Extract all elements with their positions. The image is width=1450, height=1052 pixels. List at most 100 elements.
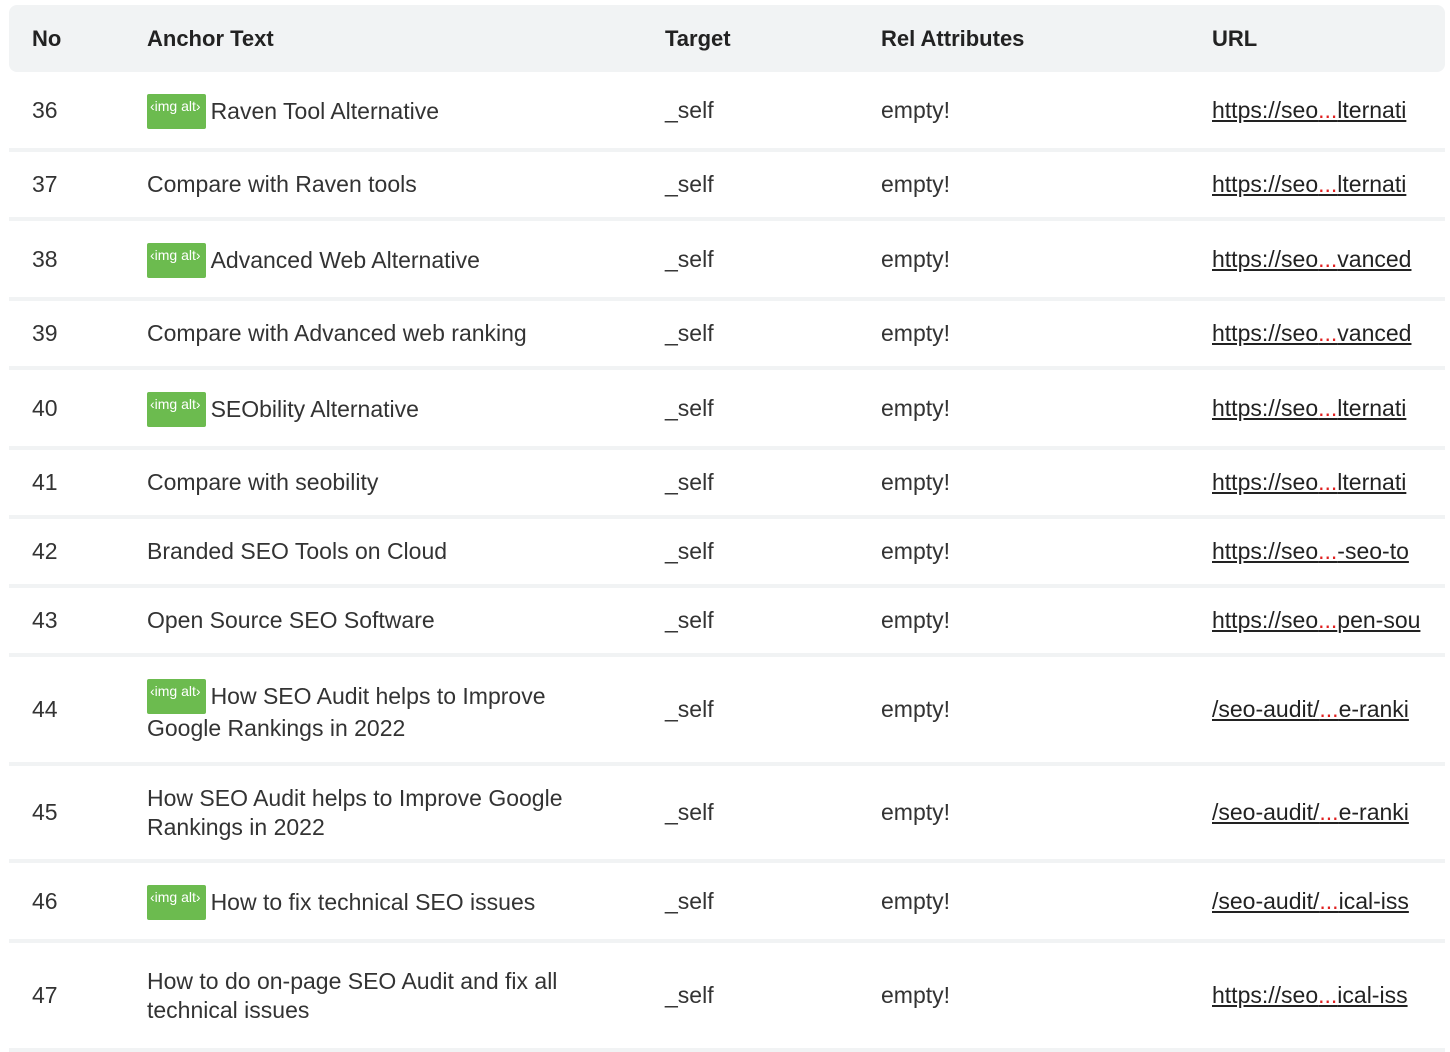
anchor-text-cell: Branded SEO Tools on Cloud [147,537,665,566]
anchor-text: How SEO Audit helps to Improve Google Ra… [147,784,563,840]
url-link[interactable]: /seo-audit/...ical-iss [1212,888,1409,914]
url-link[interactable]: https://seo...ical-iss [1212,982,1408,1008]
target-cell: _self [665,607,714,633]
url-ellipsis: ... [1318,245,1338,272]
url-end: ical-iss [1337,982,1408,1008]
row-number: 37 [32,171,58,197]
table-row: 44 ‹img alt› How SEO Audit helps to Improv… [9,657,1445,766]
anchor-text-cell: How to do on-page SEO Audit and fix all … [147,967,665,1025]
table-header: No Anchor Text Target Rel Attributes URL [9,5,1445,72]
url-start: https://seo [1212,394,1319,421]
row-number: 39 [32,320,58,346]
anchor-text-cell: ‹img alt› SEObility Alternative [147,389,665,427]
url-link[interactable]: /seo-audit/...e-ranki [1212,696,1409,722]
anchor-text: Compare with Advanced web ranking [147,320,527,346]
table-row: 43 Open Source SEO Software _self empty! htt… [9,588,1445,657]
table-row: 39 Compare with Advanced web ranking _self… [9,301,1445,370]
anchor-text: Raven Tool Alternative [210,98,440,124]
img-alt-badge: ‹img alt› [147,885,206,920]
rel-attributes-cell: empty! [881,469,951,495]
header-anchor-text[interactable]: Anchor Text [147,26,665,52]
anchor-text-cell: Compare with Raven tools [147,170,665,199]
url-link[interactable]: https://seo...vanced [1212,246,1411,272]
row-number: 38 [32,245,58,272]
url-ellipsis: ... [1318,469,1338,495]
rel-attributes-cell: empty! [881,245,951,272]
anchor-text-cell: ‹img alt› Raven Tool Alternative [147,91,665,129]
rel-attributes-cell: empty! [881,320,951,346]
table-row: 38 ‹img alt› Advanced Web Alternative _self… [9,221,1445,301]
url-link[interactable]: https://seo...lternati [1212,469,1406,495]
anchor-text-cell: Compare with seobility [147,468,665,497]
url-end: e-ranki [1338,799,1409,825]
anchor-text-cell: ‹img alt› Advanced Web Alternative [147,240,665,278]
anchor-text: How to do on-page SEO Audit and fix all … [147,967,558,1023]
header-url[interactable]: URL [1212,26,1445,52]
row-number: 40 [32,394,58,421]
url-cell: https://seo...lternati [1212,97,1445,124]
target-cell: _self [665,320,714,346]
url-link[interactable]: https://seo...-seo-to [1212,538,1409,564]
url-end: -seo-to [1337,538,1409,564]
url-start: /seo-audit/ [1212,799,1320,825]
header-no[interactable]: No [9,26,147,52]
url-link[interactable]: https://seo...pen-sou [1212,607,1420,633]
img-alt-badge: ‹img alt› [147,392,206,427]
url-start: https://seo [1212,320,1319,346]
url-end: vanced [1337,245,1412,272]
url-ellipsis: ... [1318,96,1338,123]
img-alt-badge: ‹img alt› [147,243,206,278]
url-cell: /seo-audit/...e-ranki [1212,799,1445,826]
url-ellipsis: ... [1318,320,1338,346]
url-start: https://seo [1212,982,1319,1008]
header-rel-attributes[interactable]: Rel Attributes [881,26,1212,52]
url-start: https://seo [1212,171,1319,197]
row-number: 45 [32,799,58,825]
url-link[interactable]: https://seo...lternati [1212,395,1406,421]
rel-attributes-cell: empty! [881,171,951,197]
table-row: 41 Compare with seobility _self empty! https… [9,450,1445,519]
url-link[interactable]: https://seo...lternati [1212,97,1406,123]
url-end: lternati [1337,469,1407,495]
anchor-text: Branded SEO Tools on Cloud [147,538,448,564]
header-target[interactable]: Target [665,26,881,52]
anchor-text: Advanced Web Alternative [210,247,480,273]
url-end: vanced [1337,320,1412,346]
url-link[interactable]: /seo-audit/...e-ranki [1212,799,1409,825]
table-row: 47 How to do on-page SEO Audit and fix al… [9,943,1445,1052]
target-cell: _self [665,469,714,495]
url-start: https://seo [1212,96,1319,123]
anchor-text: Compare with Raven tools [147,171,417,197]
rel-attributes-cell: empty! [881,887,951,914]
url-ellipsis: ... [1318,607,1338,633]
anchor-text-cell: Open Source SEO Software [147,606,665,635]
url-cell: /seo-audit/...e-ranki [1212,696,1445,723]
target-cell: _self [665,538,714,564]
row-number: 44 [32,696,58,722]
table-row: 37 Compare with Raven tools _self empty! htt… [9,152,1445,221]
url-ellipsis: ... [1318,982,1338,1008]
url-ellipsis: ... [1318,538,1338,564]
url-cell: https://seo...ical-iss [1212,982,1445,1009]
rel-attributes-cell: empty! [881,538,951,564]
row-number: 42 [32,538,58,564]
target-cell: _self [665,96,714,123]
url-link[interactable]: https://seo...lternati [1212,171,1406,197]
table-row: 42 Branded SEO Tools on Cloud _self empty! h… [9,519,1445,588]
table-row: 46 ‹img alt› How to fix technical SEO issu… [9,863,1445,943]
url-cell: https://seo...-seo-to [1212,538,1445,565]
target-cell: _self [665,171,714,197]
url-start: https://seo [1212,538,1319,564]
url-end: lternati [1337,171,1407,197]
anchor-text: Compare with seobility [147,469,379,495]
anchor-text: Open Source SEO Software [147,607,435,633]
anchor-text-cell: ‹img alt› How SEO Audit helps to Improve … [147,676,665,743]
rel-attributes-cell: empty! [881,607,951,633]
anchor-text-cell: How SEO Audit helps to Improve Google Ra… [147,784,665,842]
url-start: /seo-audit/ [1212,696,1320,722]
url-ellipsis: ... [1319,799,1339,825]
row-number: 43 [32,607,58,633]
url-link[interactable]: https://seo...vanced [1212,320,1411,346]
row-number: 47 [32,982,58,1008]
target-cell: _self [665,887,714,914]
